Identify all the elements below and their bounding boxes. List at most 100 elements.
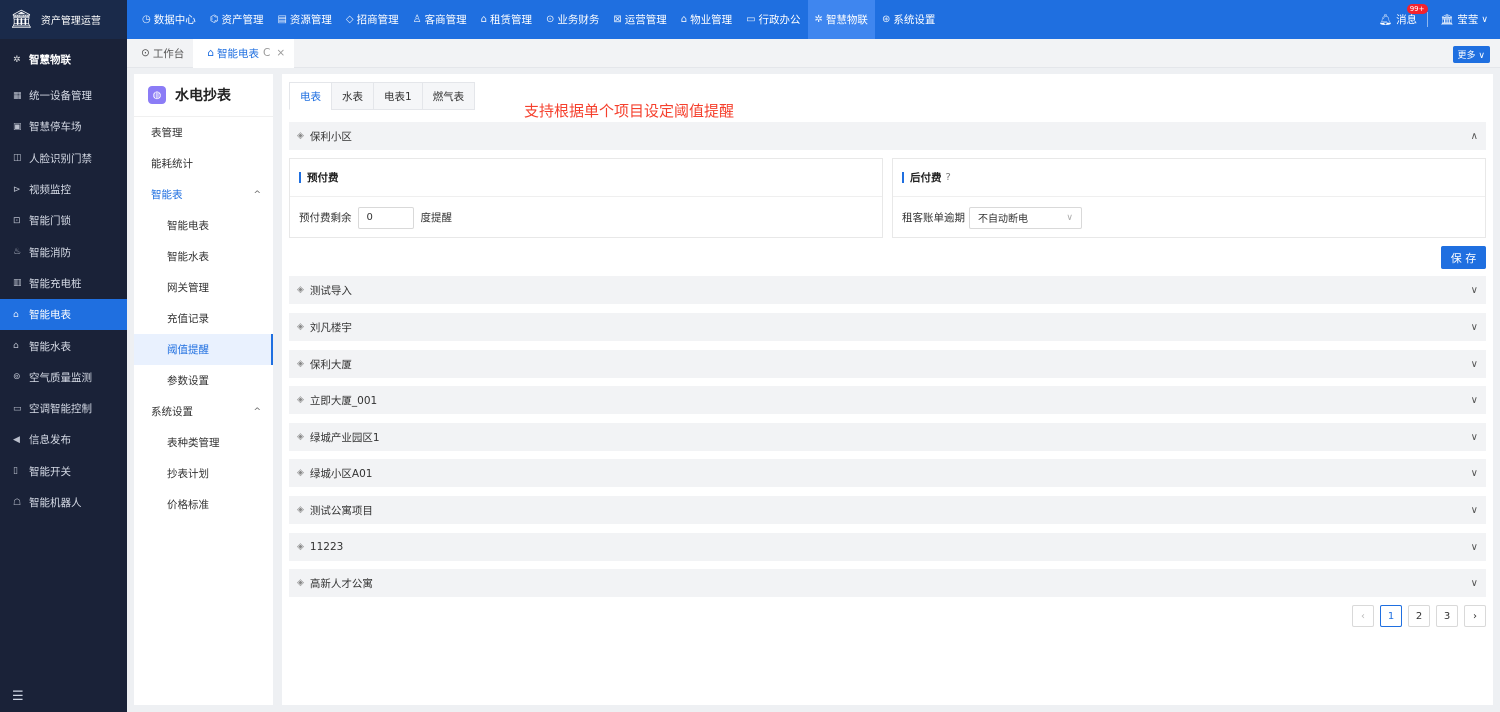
sub-item-meter-management[interactable]: 表管理 bbox=[134, 117, 273, 148]
logo[interactable]: 🏛 资产管理运营 bbox=[0, 0, 127, 39]
sub-item-meter-types[interactable]: 表种类管理 bbox=[134, 427, 273, 458]
project-header[interactable]: ◈ 高新人才公寓 ∨ bbox=[289, 569, 1486, 597]
topnav-iot[interactable]: ✲ 智慧物联 bbox=[807, 0, 875, 39]
sidebar-item-label: 人脸识别门禁 bbox=[29, 152, 92, 165]
layers-icon: ◈ bbox=[297, 322, 304, 332]
next-page-button[interactable]: › bbox=[1464, 605, 1486, 627]
sidebar-item-video[interactable]: ⊳ 视频监控 bbox=[0, 174, 127, 205]
topnav-finance[interactable]: ⊙ 业务财务 bbox=[539, 0, 606, 39]
sidebar-item-ac-control[interactable]: ▭ 空调智能控制 bbox=[0, 393, 127, 424]
postpaid-body: 租客账单逾期 不自动断电 ∨ bbox=[893, 197, 1485, 238]
sidebar-item-robot[interactable]: ☖ 智能机器人 bbox=[0, 487, 127, 518]
house-icon: ⌂ bbox=[480, 14, 487, 25]
prev-page-button[interactable]: ‹ bbox=[1352, 605, 1374, 627]
refresh-icon[interactable]: C bbox=[263, 47, 270, 59]
topnav-operation[interactable]: ⊠ 运营管理 bbox=[606, 0, 673, 39]
sidebar-item-electric-meter[interactable]: ⌂ 智能电表 bbox=[0, 299, 127, 331]
sub-item-gateway[interactable]: 网关管理 bbox=[134, 272, 273, 303]
sub-item-energy-stats[interactable]: 能耗统计 bbox=[134, 148, 273, 179]
monitor-icon: ▭ bbox=[746, 14, 756, 25]
tab-electric-meter[interactable]: ⌂ 智能电表 C × bbox=[193, 38, 295, 68]
page-button[interactable]: 3 bbox=[1436, 605, 1458, 627]
project-header[interactable]: ◈ 测试公寓项目 ∨ bbox=[289, 496, 1486, 524]
project-name: 11223 bbox=[309, 541, 344, 553]
cube-icon: ⌬ bbox=[209, 14, 219, 25]
sidebar-item-air-quality[interactable]: ⊚ 空气质量监测 bbox=[0, 362, 127, 393]
messages-button[interactable]: 🔔︎ 消息 99+ bbox=[1379, 4, 1429, 27]
topnav-lease[interactable]: ⌂ 租赁管理 bbox=[474, 0, 539, 39]
tab-workbench[interactable]: ⊙ 工作台 bbox=[127, 39, 193, 68]
page-button[interactable]: 2 bbox=[1408, 605, 1430, 627]
sub-group-smart-meter[interactable]: 智能表 ^ bbox=[134, 179, 273, 210]
sidebar-item-fire[interactable]: ♨ 智能消防 bbox=[0, 236, 127, 267]
sub-item-reading-plan[interactable]: 抄表计划 bbox=[134, 458, 273, 489]
annotation-text: 支持根据单个项目设定阈值提醒 bbox=[524, 102, 735, 120]
sidebar-item-smart-switch[interactable]: ▯ 智能开关 bbox=[0, 456, 127, 487]
sidebar-item-device-management[interactable]: ▦ 统一设备管理 bbox=[0, 80, 127, 111]
more-button[interactable]: 更多 ∨ bbox=[1452, 46, 1490, 63]
project-header-expanded[interactable]: ◈ 保利小区 ∧ bbox=[289, 122, 1486, 150]
sub-item-recharge[interactable]: 充值记录 bbox=[134, 303, 273, 334]
face-icon: ◫ bbox=[13, 153, 22, 164]
sub-item-threshold-alert[interactable]: 阈值提醒 bbox=[134, 334, 273, 365]
sidebar-item-smart-lock[interactable]: ⊡ 智能门锁 bbox=[0, 205, 127, 236]
topnav-customer[interactable]: ♙ 客商管理 bbox=[406, 0, 474, 39]
sidebar-item-label: 视频监控 bbox=[29, 184, 71, 197]
overdue-action-select[interactable]: 不自动断电 ∨ bbox=[969, 206, 1082, 229]
sub-item-params[interactable]: 参数设置 bbox=[134, 365, 273, 396]
sidebar-item-water-meter[interactable]: ⌂ 智能水表 bbox=[0, 330, 127, 361]
sidebar-item-label: 智能机器人 bbox=[29, 497, 82, 509]
page-button[interactable]: 1 bbox=[1380, 605, 1402, 627]
project-header[interactable]: ◈ 测试导入 ∨ bbox=[289, 276, 1486, 304]
chevron-up-icon: ∧ bbox=[1470, 130, 1478, 142]
sub-item-label: 价格标准 bbox=[167, 499, 209, 511]
tab-electric[interactable]: 电表 bbox=[289, 82, 332, 110]
project-header[interactable]: ◈ 刘凡楼宇 ∨ bbox=[289, 313, 1486, 341]
topnav-admin[interactable]: ▭ 行政办公 bbox=[739, 0, 807, 39]
topnav-investment[interactable]: ◇ 招商管理 bbox=[339, 0, 406, 39]
project-header[interactable]: ◈ 11223 ∨ bbox=[289, 533, 1486, 561]
project-name: 测试公寓项目 bbox=[309, 504, 373, 517]
topnav-resource[interactable]: ▤ 资源管理 bbox=[270, 0, 338, 39]
prepaid-threshold-input[interactable]: 0 bbox=[357, 206, 414, 229]
tab-water[interactable]: 水表 bbox=[331, 82, 374, 110]
sub-group-system-settings[interactable]: 系统设置 ^ bbox=[134, 396, 273, 427]
lock-icon: ⊡ bbox=[13, 215, 21, 226]
project-header[interactable]: ◈ 绿城小区A01 ∨ bbox=[289, 459, 1486, 487]
sidebar: ✲ 智慧物联 ▦ 统一设备管理 ▣ 智慧停车场 ◫ 人脸识别门禁 ⊳ 视频监控 ⊡ 智能门锁… bbox=[0, 39, 127, 712]
sidebar-item-parking[interactable]: ▣ 智慧停车场 bbox=[0, 111, 127, 142]
project-header[interactable]: ◈ 立即大厦_001 ∨ bbox=[289, 386, 1486, 414]
tab-electric1[interactable]: 电表1 bbox=[373, 82, 423, 110]
sidebar-head-label: 智慧物联 bbox=[29, 54, 71, 66]
sidebar-item-charging[interactable]: ▥ 智能充电桩 bbox=[0, 268, 127, 299]
message-count-badge: 99+ bbox=[1406, 4, 1428, 14]
help-icon[interactable]: ? bbox=[946, 172, 951, 183]
project-name: 绿城小区A01 bbox=[309, 467, 373, 480]
close-icon[interactable]: × bbox=[276, 47, 285, 59]
sidebar-head[interactable]: ✲ 智慧物联 bbox=[0, 39, 127, 80]
topnav-property[interactable]: ⌂ 物业管理 bbox=[674, 0, 739, 39]
topnav-data-center[interactable]: ◷ 数据中心 bbox=[135, 0, 203, 39]
sidebar-item-info-publish[interactable]: ◀ 信息发布 bbox=[0, 424, 127, 455]
project-header[interactable]: ◈ 绿城产业园区1 ∨ bbox=[289, 423, 1486, 451]
project-header[interactable]: ◈ 保利大厦 ∨ bbox=[289, 350, 1486, 378]
postpaid-header: 后付费 ? bbox=[893, 159, 1485, 197]
topnav-settings[interactable]: ⊛ 系统设置 bbox=[875, 0, 942, 39]
sidebar-item-label: 空调智能控制 bbox=[29, 403, 92, 416]
camera-icon: ⊳ bbox=[13, 184, 21, 195]
topnav-asset[interactable]: ⌬ 资产管理 bbox=[203, 0, 271, 39]
sub-item-label: 表管理 bbox=[151, 127, 183, 139]
tab-gas[interactable]: 燃气表 bbox=[421, 82, 476, 110]
network-icon: ✲ bbox=[814, 14, 823, 25]
sidebar-item-face-access[interactable]: ◫ 人脸识别门禁 bbox=[0, 143, 127, 174]
collapse-menu-icon[interactable]: ☰ bbox=[12, 689, 24, 704]
project-name: 立即大厦_001 bbox=[309, 394, 378, 407]
sub-item-smart-electric[interactable]: 智能电表 bbox=[134, 210, 273, 241]
user-menu[interactable]: 🏛 莹莹 ∨ bbox=[1440, 12, 1500, 27]
save-button[interactable]: 保 存 bbox=[1441, 246, 1486, 269]
sub-item-smart-water[interactable]: 智能水表 bbox=[134, 241, 273, 272]
person-icon: ♙ bbox=[412, 14, 422, 25]
prepaid-title: 预付费 bbox=[307, 172, 339, 184]
sub-item-label: 网关管理 bbox=[167, 282, 209, 294]
sub-item-price-standard[interactable]: 价格标准 bbox=[134, 489, 273, 520]
